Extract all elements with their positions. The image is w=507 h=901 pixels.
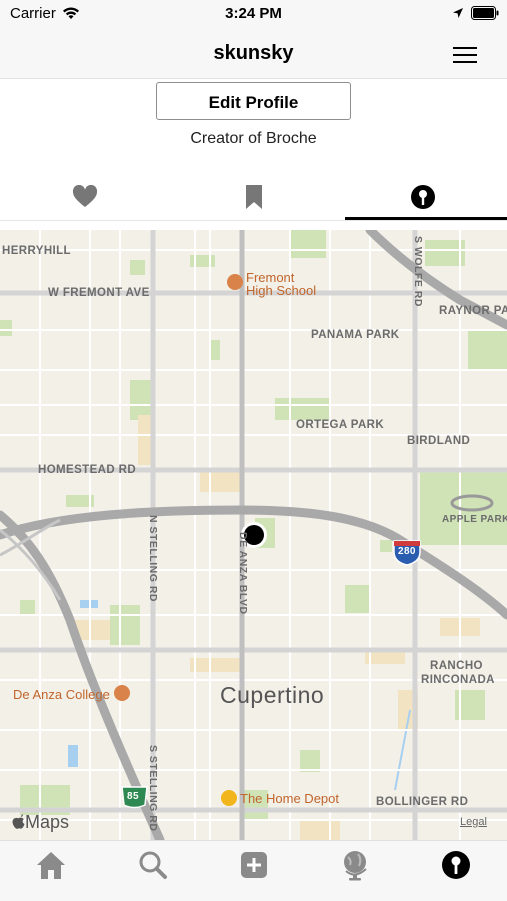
street-label: N STELLING RD bbox=[147, 515, 159, 602]
tab-search[interactable] bbox=[135, 847, 171, 883]
street-label: ORTEGA PARK bbox=[296, 419, 385, 431]
street-label: HERRYHILL bbox=[2, 245, 71, 257]
profile-bio: Creator of Broche bbox=[190, 130, 317, 147]
poi-label[interactable]: High School bbox=[246, 283, 316, 298]
tab-bar bbox=[0, 840, 507, 901]
poi-label[interactable]: De Anza College bbox=[13, 687, 110, 702]
add-icon bbox=[241, 852, 267, 878]
tab-profile[interactable] bbox=[438, 847, 474, 883]
nav-bar: skunsky bbox=[0, 28, 507, 79]
bookmark-icon bbox=[245, 185, 262, 209]
menu-icon-bar bbox=[453, 61, 477, 63]
profile-pin-icon bbox=[442, 851, 470, 879]
i280-label: 280 bbox=[398, 546, 416, 557]
tab-add[interactable] bbox=[236, 847, 272, 883]
street-label: W FREMONT AVE bbox=[48, 287, 150, 299]
street-label: RAYNOR PA bbox=[439, 305, 507, 317]
location-pin-icon bbox=[410, 185, 435, 209]
page-title: skunsky bbox=[213, 42, 294, 64]
apple-logo-icon bbox=[12, 814, 25, 829]
tab-home[interactable] bbox=[33, 847, 69, 883]
tab-places[interactable] bbox=[338, 174, 507, 220]
poi-label[interactable]: The Home Depot bbox=[240, 791, 339, 806]
street-label: BIRDLAND bbox=[407, 435, 471, 447]
profile-tabs bbox=[0, 174, 507, 221]
menu-icon-bar bbox=[453, 54, 477, 56]
tab-saved[interactable] bbox=[169, 174, 338, 220]
street-label: APPLE PARK bbox=[442, 514, 507, 525]
location-arrow-icon bbox=[453, 8, 463, 18]
tab-likes[interactable] bbox=[0, 174, 169, 220]
street-label: HOMESTEAD RD bbox=[38, 464, 137, 476]
street-label: BOLLINGER RD bbox=[376, 796, 469, 808]
home-icon bbox=[37, 852, 65, 879]
street-label: DE ANZA BLVD bbox=[237, 532, 249, 615]
menu-button[interactable] bbox=[450, 44, 480, 66]
street-label: PANAMA PARK bbox=[311, 329, 400, 341]
map-roads bbox=[0, 230, 507, 840]
status-time: 3:24 PM bbox=[225, 5, 282, 22]
status-bar: Carrier 3:24 PM bbox=[0, 0, 507, 28]
menu-icon bbox=[453, 47, 477, 49]
heart-icon bbox=[72, 185, 97, 207]
street-label: S STELLING RD bbox=[147, 745, 159, 832]
maps-label: Maps bbox=[25, 812, 70, 832]
city-label: Cupertino bbox=[220, 682, 325, 708]
street-label: S WOLFE RD bbox=[412, 236, 424, 307]
tab-explore[interactable] bbox=[337, 847, 373, 883]
edit-profile-button[interactable]: Edit Profile bbox=[156, 82, 351, 120]
street-label: RANCHO bbox=[430, 660, 483, 672]
globe-icon bbox=[344, 851, 367, 881]
search-icon bbox=[139, 851, 167, 879]
maps-attribution: Maps bbox=[12, 812, 69, 833]
hwy85-label: 85 bbox=[127, 791, 139, 802]
map-view[interactable]: HERRYHILL W FREMONT AVE S WOLFE RD RAYNO… bbox=[0, 230, 507, 840]
legal-link[interactable]: Legal bbox=[460, 816, 487, 828]
tab-selected-indicator bbox=[345, 217, 507, 220]
street-label: RINCONADA bbox=[421, 674, 495, 686]
battery-icon bbox=[471, 6, 499, 20]
